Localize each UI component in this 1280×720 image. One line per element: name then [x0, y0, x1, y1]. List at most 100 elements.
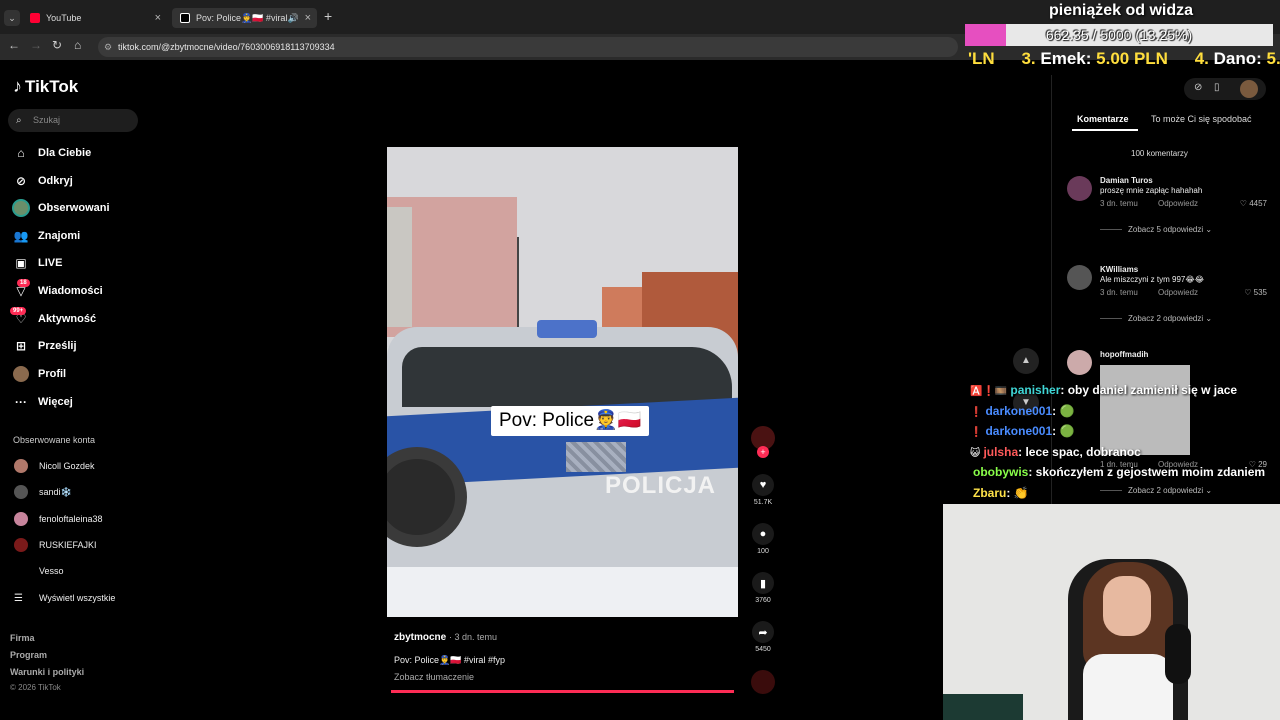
- account-name: Vesso: [39, 566, 64, 576]
- nav-przeslij[interactable]: ⊞ Prześlij: [12, 335, 77, 357]
- video-car-text: POLICJA: [605, 472, 717, 499]
- nav-label: Odkryj: [38, 175, 73, 187]
- activity-badge: 99+: [10, 307, 27, 315]
- tab-menu-chevron-icon[interactable]: ⌄: [4, 10, 20, 26]
- save-count: 3760: [755, 597, 771, 604]
- forward-arrow-icon[interactable]: →: [30, 38, 42, 52]
- previous-video-chevron-up-icon[interactable]: ▲: [1013, 348, 1039, 374]
- view-replies-link[interactable]: Zobacz 5 odpowiedzi ⌄: [1100, 225, 1212, 234]
- home-icon: ⌂: [17, 146, 25, 160]
- mobile-icon[interactable]: ▯: [1214, 82, 1220, 93]
- comment-button[interactable]: ● 100: [752, 523, 774, 555]
- tiktok-icon: [180, 13, 190, 23]
- tab-title: YouTube: [46, 13, 82, 23]
- tab-youtube[interactable]: YouTube ×: [22, 8, 167, 28]
- tiktok-logo[interactable]: ♪ TikTok: [13, 76, 78, 97]
- nav-live[interactable]: ▣ LIVE: [12, 252, 62, 274]
- following-account[interactable]: sandi❄️: [14, 484, 72, 500]
- nav-dla-ciebie[interactable]: ⌂ Dla Ciebie: [12, 142, 91, 164]
- ticker-rank: 4.: [1194, 49, 1209, 68]
- microphone: [1165, 624, 1191, 684]
- censored-plate: [566, 442, 626, 472]
- comment-like-button[interactable]: ♡ 535: [1244, 288, 1267, 297]
- following-account[interactable]: RUSKIEFAJKI: [14, 537, 97, 553]
- video-author[interactable]: zbytmocne · 3 dn. temu: [394, 632, 497, 643]
- tab-comments[interactable]: Komentarze: [1077, 114, 1129, 124]
- keyboard: [943, 694, 1023, 720]
- like-count: 51.7K: [753, 499, 773, 506]
- back-arrow-icon[interactable]: ←: [8, 38, 20, 52]
- following-account[interactable]: Nicoll Gozdek: [14, 458, 95, 474]
- nav-obserwowani[interactable]: Obserwowani: [12, 197, 110, 219]
- following-account[interactable]: fenoloftaleina38: [14, 511, 103, 527]
- avatar[interactable]: [1067, 350, 1092, 375]
- user-avatar[interactable]: [1240, 80, 1258, 98]
- footer-link-firma[interactable]: Firma: [10, 633, 35, 643]
- following-account[interactable]: Vesso: [14, 563, 64, 579]
- chat-message: ❗ darkone001: 🟢: [970, 404, 1280, 418]
- comment-user[interactable]: Damian Turos: [1100, 176, 1153, 185]
- home-icon[interactable]: ⌂: [74, 38, 81, 52]
- nav-odkryj[interactable]: ⊘ Odkryj: [12, 170, 73, 192]
- inbox-icon: ▽ 18: [12, 279, 30, 300]
- comment-like-button[interactable]: ♡ 4457: [1240, 199, 1267, 208]
- comment-date: 3 dn. temu: [1100, 199, 1138, 208]
- tab-you-may-like[interactable]: To może Ci się spodobać: [1151, 114, 1252, 124]
- nav-label: Wiadomości: [38, 285, 103, 297]
- nav-label: Profil: [38, 368, 67, 380]
- see-all-label: Wyświetl wszystkie: [39, 593, 116, 603]
- youtube-icon: [30, 13, 40, 23]
- see-all-following-link[interactable]: ☰ Wyświetl wszystkie: [14, 590, 115, 606]
- music-disc-icon[interactable]: [751, 670, 775, 694]
- tab-close-icon[interactable]: ×: [305, 12, 311, 24]
- share-count: 5450: [755, 646, 771, 653]
- nav-znajomi[interactable]: 👥 Znajomi: [12, 225, 81, 247]
- comment-user[interactable]: KWilliams: [1100, 265, 1138, 274]
- avatar[interactable]: [1067, 176, 1092, 201]
- tab-close-icon[interactable]: ×: [155, 12, 161, 24]
- list-icon: ☰: [14, 592, 23, 604]
- tab-tiktok[interactable]: Pov: Police👮🇵🇱 #viral #fyp 🔊 ×: [172, 8, 317, 28]
- nav-wiadomosci[interactable]: ▽ 18 Wiadomości: [12, 279, 103, 302]
- comment-like-count: 535: [1253, 288, 1267, 297]
- view-replies-link[interactable]: Zobacz 2 odpowiedzi ⌄: [1100, 314, 1212, 323]
- new-tab-plus-icon[interactable]: +: [324, 8, 332, 24]
- save-button[interactable]: ▮ 3760: [752, 572, 774, 604]
- more-icon: ···: [15, 395, 27, 409]
- nav-profil[interactable]: Profil: [12, 363, 66, 385]
- footer-link-program[interactable]: Program: [10, 650, 47, 660]
- following-section-title: Obserwowane konta: [13, 435, 96, 445]
- video-description: Pov: Police👮‍♂️🇵🇱 #viral #fyp: [394, 655, 505, 665]
- footer-link-terms[interactable]: Warunki i polityki: [10, 667, 84, 677]
- chat-username: darkone001: [985, 404, 1053, 418]
- reply-button[interactable]: Odpowiedz: [1158, 288, 1198, 297]
- logo-text: TikTok: [25, 76, 79, 96]
- nav-aktywnosc[interactable]: ♡ 99+ Aktywność: [10, 307, 96, 330]
- ticker-rank: 3.: [1021, 49, 1036, 68]
- donor-ticker: 'LN 3. Emek: 5.00 PLN 4. Dano: 5.00: [968, 49, 1280, 71]
- comment-like-count: 4457: [1249, 199, 1267, 208]
- post-date: · 3 dn. temu: [449, 632, 498, 642]
- account-name: fenoloftaleina38: [39, 514, 103, 524]
- nav-wiecej[interactable]: ··· Więcej: [12, 391, 73, 413]
- tab-title: Pov: Police👮🇵🇱 #viral #fyp: [196, 12, 291, 23]
- comment-user[interactable]: hopoffmadih: [1100, 350, 1148, 359]
- search-input[interactable]: ⌕ Szukaj: [8, 109, 138, 132]
- video-player[interactable]: POLICJA: [387, 147, 738, 617]
- video-progress-bar[interactable]: [391, 690, 734, 693]
- reply-button[interactable]: Odpowiedz: [1158, 199, 1198, 208]
- coin-icon[interactable]: ⊘: [1194, 82, 1202, 93]
- speaker-icon[interactable]: 🔊: [288, 13, 299, 24]
- chat-badges: ❗: [970, 407, 983, 418]
- avatar: [14, 512, 28, 526]
- see-translation-link[interactable]: Zobacz tłumaczenie: [394, 672, 474, 682]
- ticker-name: Dano:: [1213, 49, 1262, 68]
- share-button[interactable]: ➦ 5450: [752, 621, 774, 653]
- site-info-icon[interactable]: ⚙: [104, 37, 112, 57]
- like-button[interactable]: ♥ 51.7K: [752, 474, 774, 506]
- donation-goal-text: 662.35 / 5000 (13.25%): [1045, 27, 1193, 43]
- avatar[interactable]: [1067, 265, 1092, 290]
- reload-icon[interactable]: ↻: [52, 38, 62, 52]
- url-input[interactable]: ⚙ tiktok.com/@zbytmocne/video/7603006918…: [98, 37, 958, 57]
- follow-plus-icon[interactable]: +: [757, 446, 769, 458]
